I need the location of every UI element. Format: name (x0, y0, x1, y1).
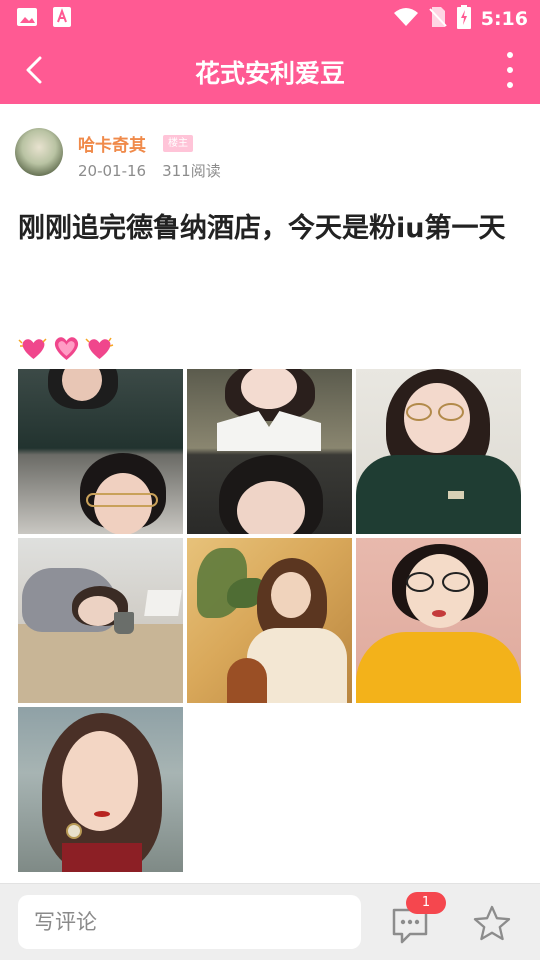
pink-heart-icon (54, 337, 79, 360)
status-time: 5:16 (480, 8, 528, 30)
post-author: 哈卡奇其 楼主 20-01-16 311阅读 (15, 128, 525, 184)
post-photo[interactable] (356, 538, 521, 703)
star-icon (473, 905, 511, 941)
bottom-bar: 1 (0, 883, 540, 960)
post-views: 311阅读 (162, 162, 221, 180)
no-sim-icon (429, 6, 447, 32)
app-store-icon (52, 6, 72, 32)
comment-count-badge: 1 (406, 892, 446, 914)
author-name[interactable]: 哈卡奇其 (78, 131, 146, 156)
post-date: 20-01-16 (78, 162, 147, 180)
more-vertical-icon (507, 52, 513, 58)
wifi-icon (393, 7, 419, 31)
post-title: 刚刚追完德鲁纳酒店，今天是粉iu第一天 (18, 213, 506, 244)
author-badge: 楼主 (163, 135, 193, 152)
page-title: 花式安利爱豆 (194, 59, 345, 88)
battery-charging-icon (456, 5, 471, 33)
favorite-button[interactable] (472, 904, 512, 944)
avatar[interactable] (15, 128, 63, 176)
post-photo[interactable] (187, 538, 352, 703)
status-bar: 5:16 (0, 0, 540, 36)
pink-heart-icon (85, 337, 114, 359)
post-photo[interactable] (187, 369, 352, 534)
pink-heart-icon (18, 338, 47, 359)
comment-input[interactable] (18, 895, 361, 949)
post-photo[interactable] (18, 369, 183, 534)
image-icon (16, 6, 38, 32)
post-photo[interactable] (18, 538, 183, 703)
post-photo[interactable] (356, 369, 521, 534)
more-options-button[interactable] (502, 52, 518, 88)
emoji-row (18, 334, 115, 362)
app-bar: 花式安利爱豆 (0, 36, 540, 104)
post-meta: 20-01-16 311阅读 (78, 160, 221, 181)
post-photo[interactable] (18, 707, 183, 872)
